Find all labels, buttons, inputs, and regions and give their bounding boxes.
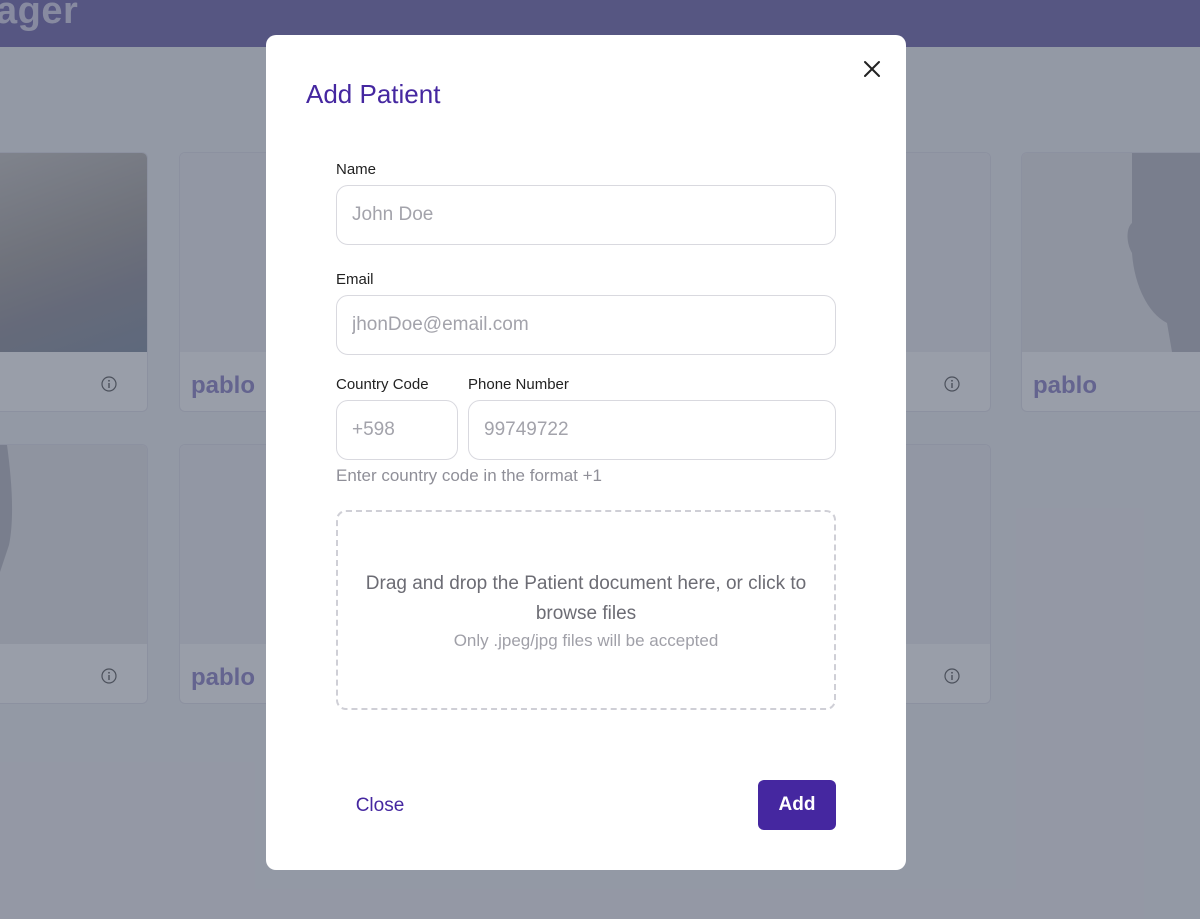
name-label: Name	[336, 161, 377, 178]
dropzone-text: Drag and drop the Patient document here,…	[365, 573, 807, 624]
country-code-input[interactable]	[336, 400, 458, 460]
email-label: Email	[336, 271, 374, 288]
document-dropzone[interactable]: Drag and drop the Patient document here,…	[336, 510, 836, 710]
close-icon[interactable]	[860, 57, 884, 81]
dropzone-subtext: Only .jpeg/jpg files will be accepted	[453, 631, 719, 650]
close-button[interactable]: Close	[336, 781, 424, 831]
phone-number-input[interactable]	[468, 400, 836, 460]
add-patient-modal: Add Patient Name Email Country Code Phon…	[266, 35, 906, 870]
phone-number-label: Phone Number	[468, 376, 569, 393]
name-input[interactable]	[336, 185, 836, 245]
country-code-helper-text: Enter country code in the format +1	[336, 466, 603, 485]
modal-title: Add Patient	[306, 79, 441, 109]
country-code-label: Country Code	[336, 376, 429, 393]
email-input[interactable]	[336, 295, 836, 355]
add-button[interactable]: Add	[758, 780, 836, 830]
